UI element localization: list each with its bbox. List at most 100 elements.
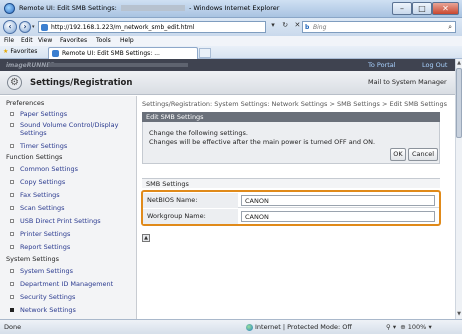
maximize-button[interactable]: □ (412, 2, 432, 15)
menu-tools[interactable]: Tools (96, 37, 111, 44)
search-icon[interactable]: ⌕ (448, 23, 452, 32)
menu-favorites[interactable]: Favorites (60, 37, 87, 44)
window-title: Remote UI: Edit SMB Settings: - Windows … (19, 4, 279, 12)
protected-mode-icon[interactable]: ⚲ ▾ (386, 323, 396, 331)
sidebar-item-scan-settings[interactable]: Scan Settings (10, 204, 65, 212)
page-title: Settings/Registration (30, 78, 133, 88)
redacted-model-name (48, 63, 188, 67)
sidebar-item-common-settings[interactable]: Common Settings (10, 165, 78, 173)
bullet-icon (10, 144, 14, 148)
mail-to-system-manager-link[interactable]: Mail to System Manager (368, 78, 447, 86)
bullet-icon (10, 269, 14, 273)
bullet-icon (10, 193, 14, 197)
sidebar-item-copy-settings[interactable]: Copy Settings (10, 178, 66, 186)
redacted-text-block (120, 5, 185, 11)
menu-edit[interactable]: Edit (21, 37, 33, 44)
refresh-icon[interactable]: ↻ (280, 21, 290, 29)
sidebar-item-fax-settings[interactable]: Fax Settings (10, 191, 60, 199)
ok-button[interactable]: OK (390, 148, 406, 161)
page-header: ⚙ Settings/Registration Mail to System M… (0, 71, 455, 95)
netbios-name-field[interactable]: CANON (241, 195, 435, 206)
back-to-top-icon[interactable]: ▲ (142, 234, 150, 242)
to-portal-link[interactable]: To Portal (368, 61, 396, 69)
favorites-button[interactable]: ★ Favorites (3, 48, 37, 55)
sidebar-item-system-settings[interactable]: System Settings (10, 267, 73, 275)
tab-label: Remote UI: Edit SMB Settings: ... (62, 50, 160, 57)
scroll-up-icon[interactable]: ▲ (456, 60, 462, 67)
sidebar-item-label: Timer Settings (20, 142, 68, 150)
instruction-line-2: Changes will be effective after the main… (149, 138, 376, 146)
browser-tab[interactable]: Remote UI: Edit SMB Settings: ... (48, 47, 198, 59)
sidebar-item-label: Sound Volume Control/Display Settings (20, 121, 119, 137)
cancel-button[interactable]: Cancel (408, 148, 438, 161)
vertical-scrollbar[interactable]: ▲ ▼ (455, 59, 462, 319)
security-zone: Internet | Protected Mode: Off (246, 323, 352, 331)
bullet-icon (10, 245, 14, 249)
bullet-icon (10, 123, 14, 127)
workgroup-name-field[interactable]: CANON (241, 211, 435, 222)
bullet-icon (10, 282, 14, 286)
sidebar-item-sound-volume[interactable]: Sound Volume Control/Display Settings (10, 121, 132, 137)
menu-help[interactable]: Help (120, 37, 134, 44)
bullet-icon (10, 219, 14, 223)
sidebar-item-label: Report Settings (20, 243, 71, 251)
sidebar-item-department-id[interactable]: Department ID Management (10, 280, 113, 288)
sidebar-item-security-settings[interactable]: Security Settings (10, 293, 76, 301)
scrollbar-thumb[interactable] (456, 68, 462, 138)
menu-view[interactable]: View (38, 37, 52, 44)
product-band: imageRUNNER To Portal Log Out (0, 59, 455, 71)
scroll-down-icon[interactable]: ▼ (456, 311, 462, 318)
zoom-level[interactable]: 100% (408, 323, 427, 331)
back-button[interactable]: ‹ (3, 20, 17, 34)
bing-icon: b (305, 24, 310, 31)
bullet-icon (10, 232, 14, 236)
sidebar-category-preferences: Preferences (6, 99, 45, 107)
internet-explorer-icon (4, 3, 15, 14)
url-text: http://192.168.1.223/m_network_smb_edit.… (51, 24, 195, 31)
sidebar-item-label: Security Settings (20, 293, 76, 301)
sidebar-item-report-settings[interactable]: Report Settings (10, 243, 71, 251)
netbios-name-row: NetBIOS Name: CANON (143, 193, 439, 208)
breadcrumb: Settings/Registration: System Settings: … (142, 100, 448, 108)
bullet-icon (10, 295, 14, 299)
search-input[interactable]: b Bing ⌕ (302, 21, 456, 33)
menu-bar: File Edit View Favorites Tools Help (0, 36, 462, 46)
sidebar-item-network-settings[interactable]: Network Settings (10, 306, 76, 314)
main-area: Settings/Registration: System Settings: … (141, 96, 455, 319)
new-tab-button[interactable] (199, 48, 211, 58)
zoom-dropdown-icon[interactable]: ▾ (428, 323, 431, 331)
history-dropdown-icon[interactable]: ▾ (32, 24, 35, 30)
zoom-icon: ⊕ (398, 323, 406, 331)
bullet-icon (10, 206, 14, 210)
smb-settings-section: SMB Settings (142, 178, 440, 188)
status-bar: Done Internet | Protected Mode: Off ⚲ ▾ … (0, 319, 462, 334)
star-icon: ★ (3, 48, 9, 55)
sidebar-item-label: System Settings (20, 267, 73, 275)
address-input[interactable]: http://192.168.1.223/m_network_smb_edit.… (38, 21, 266, 33)
window-title-suffix: - Windows Internet Explorer (189, 4, 280, 12)
log-out-link[interactable]: Log Out (422, 61, 447, 69)
bullet-icon (10, 112, 14, 116)
sidebar-item-label: USB Direct Print Settings (20, 217, 101, 225)
stop-icon[interactable]: ✕ (292, 21, 302, 29)
forward-button[interactable]: › (19, 21, 31, 33)
close-window-button[interactable]: ✕ (432, 2, 459, 15)
address-actions: ▾ ↻ ✕ (268, 21, 302, 33)
edit-panel-header: Edit SMB Settings (142, 112, 440, 122)
sidebar-item-usb-direct-print[interactable]: USB Direct Print Settings (10, 217, 101, 225)
minimize-button[interactable]: – (392, 2, 412, 15)
sidebar-item-printer-settings[interactable]: Printer Settings (10, 230, 70, 238)
sidebar-item-timer-settings[interactable]: Timer Settings (10, 142, 68, 150)
window-title-bar: Remote UI: Edit SMB Settings: - Windows … (0, 0, 462, 18)
edit-panel-title: Edit SMB Settings (146, 113, 204, 121)
netbios-name-label: NetBIOS Name: (143, 193, 238, 208)
address-dropdown-icon[interactable]: ▾ (268, 21, 278, 29)
page-content: imageRUNNER To Portal Log Out ⚙ Settings… (0, 59, 455, 319)
sidebar-item-paper-settings[interactable]: Paper Settings (10, 110, 67, 118)
sidebar-category-function-settings: Function Settings (6, 153, 63, 161)
sidebar-item-label: Copy Settings (20, 178, 66, 186)
favorites-bar: ★ Favorites Remote UI: Edit SMB Settings… (0, 46, 462, 59)
page-icon (41, 24, 48, 31)
smb-fields-highlight: NetBIOS Name: CANON Workgroup Name: CANO… (141, 190, 441, 226)
menu-file[interactable]: File (4, 37, 14, 44)
